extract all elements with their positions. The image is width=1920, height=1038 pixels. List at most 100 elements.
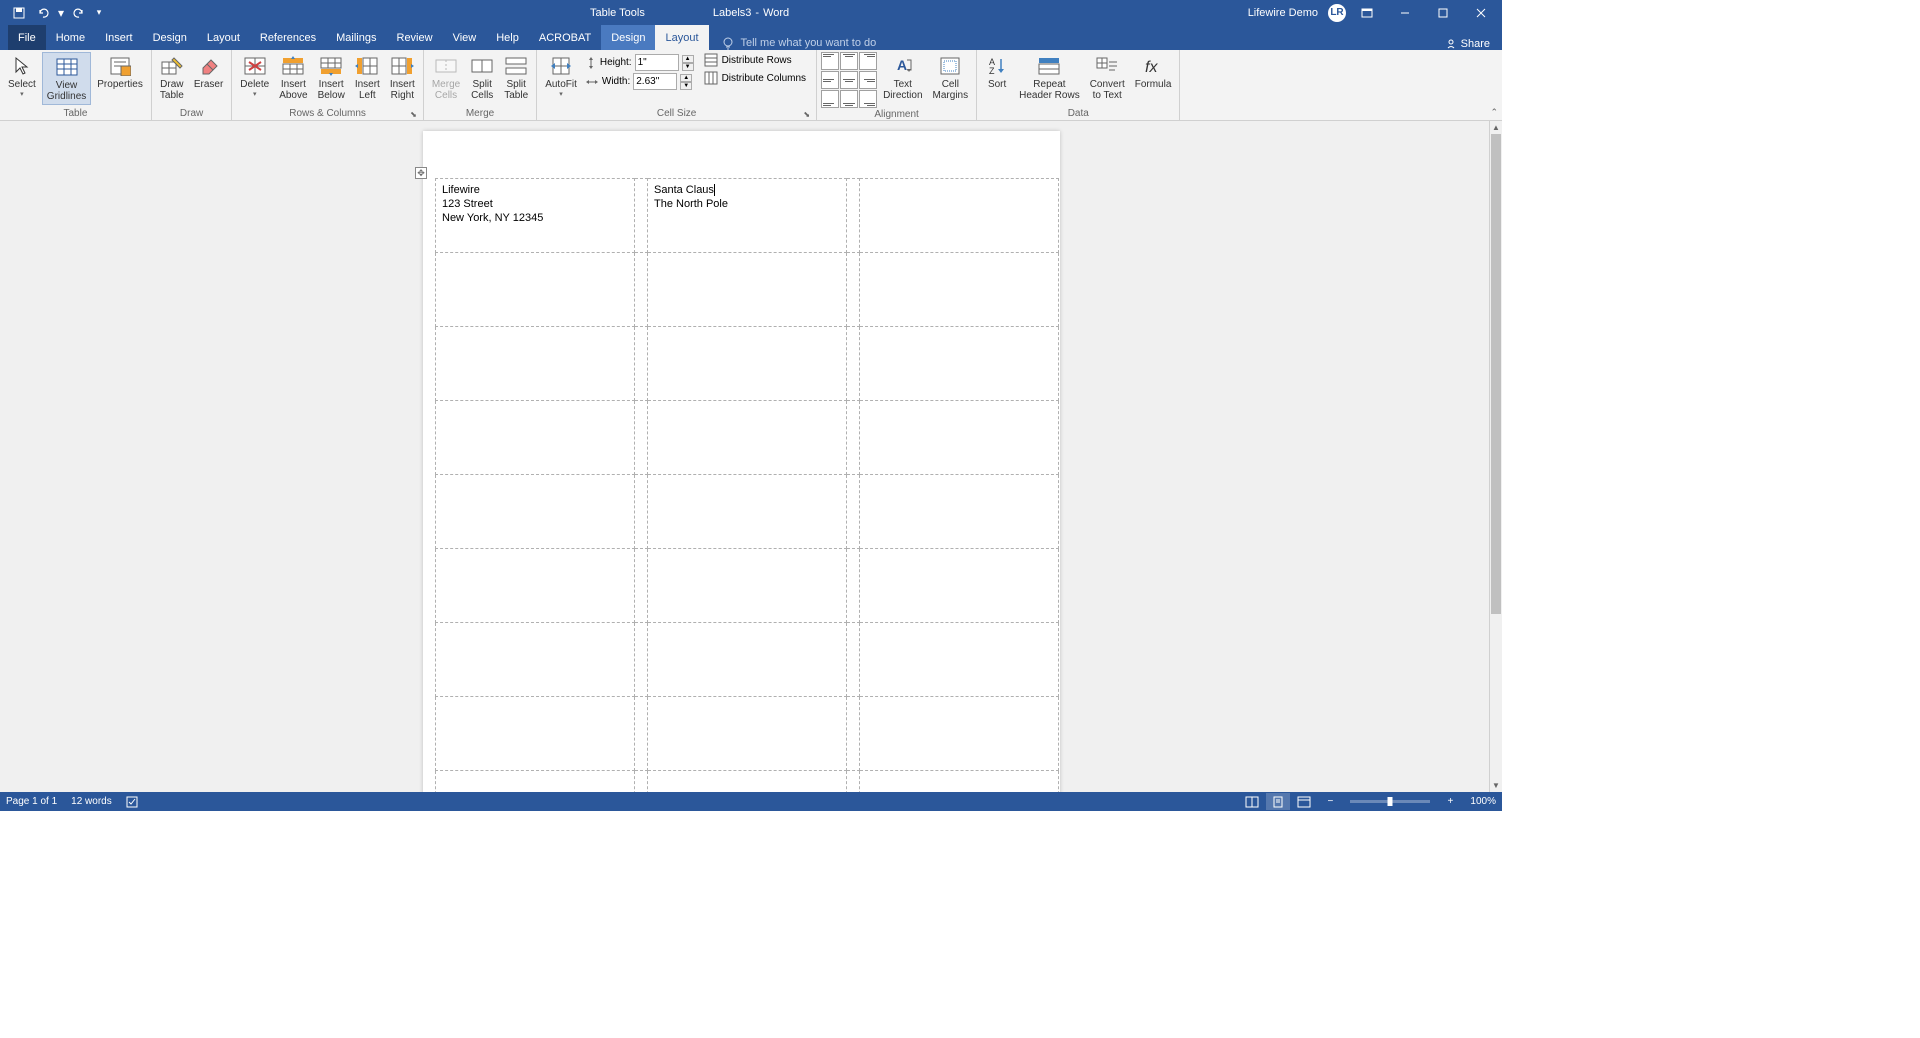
web-layout-button[interactable]: [1292, 793, 1316, 810]
formula-button[interactable]: fx Formula: [1131, 52, 1176, 92]
label-gutter[interactable]: [847, 179, 860, 253]
repeat-header-rows-button[interactable]: Repeat Header Rows: [1015, 52, 1084, 103]
scroll-thumb[interactable]: [1491, 134, 1501, 614]
undo-button[interactable]: [32, 2, 54, 24]
label-table[interactable]: Lifewire 123 Street New York, NY 12345 S…: [435, 178, 1059, 792]
label-cell[interactable]: [648, 549, 847, 623]
rowscols-launcher[interactable]: ⬊: [410, 110, 417, 119]
scroll-track[interactable]: [1490, 134, 1502, 779]
tab-help[interactable]: Help: [486, 25, 529, 50]
zoom-level[interactable]: 100%: [1470, 796, 1496, 807]
label-cell-2[interactable]: Santa Claus The North Pole: [648, 179, 847, 253]
text-direction-button[interactable]: A Text Direction: [879, 52, 926, 103]
tab-insert[interactable]: Insert: [95, 25, 143, 50]
insert-right-button[interactable]: Insert Right: [386, 52, 419, 103]
tab-table-design[interactable]: Design: [601, 25, 655, 50]
user-name[interactable]: Lifewire Demo: [1248, 7, 1318, 19]
align-middle-center[interactable]: [840, 71, 858, 89]
tab-design[interactable]: Design: [143, 25, 197, 50]
label-cell[interactable]: [648, 623, 847, 697]
label-cell[interactable]: [860, 623, 1059, 697]
label-cell[interactable]: [436, 771, 635, 793]
vertical-scrollbar[interactable]: ▲ ▼: [1489, 121, 1502, 792]
document-area[interactable]: ✥ Lifewire 123 Street New York, NY 12345…: [0, 121, 1489, 792]
cell-margins-button[interactable]: Cell Margins: [929, 52, 973, 103]
select-button[interactable]: Select ▾: [4, 52, 40, 100]
label-cell[interactable]: [648, 771, 847, 793]
label-cell[interactable]: [860, 697, 1059, 771]
table-move-handle[interactable]: ✥: [415, 167, 427, 179]
distribute-columns-button[interactable]: Distribute Columns: [700, 70, 810, 86]
width-input[interactable]: [633, 73, 677, 90]
distribute-rows-button[interactable]: Distribute Rows: [700, 52, 810, 68]
label-cell[interactable]: [648, 327, 847, 401]
label-cell[interactable]: [436, 623, 635, 697]
cellsize-launcher[interactable]: ⬊: [803, 110, 810, 119]
height-up[interactable]: ▲: [682, 55, 694, 63]
align-bottom-left[interactable]: [821, 90, 839, 108]
align-top-right[interactable]: [859, 52, 877, 70]
tab-home[interactable]: Home: [46, 25, 95, 50]
tab-review[interactable]: Review: [387, 25, 443, 50]
label-cell[interactable]: [648, 697, 847, 771]
label-cell[interactable]: [860, 771, 1059, 793]
properties-button[interactable]: Properties: [93, 52, 147, 92]
label-cell[interactable]: [436, 475, 635, 549]
tab-table-layout[interactable]: Layout: [655, 25, 708, 50]
label-cell[interactable]: [436, 401, 635, 475]
align-bottom-right[interactable]: [859, 90, 877, 108]
label-cell[interactable]: [860, 401, 1059, 475]
label-cell[interactable]: [436, 253, 635, 327]
align-middle-right[interactable]: [859, 71, 877, 89]
label-cell[interactable]: [648, 253, 847, 327]
insert-above-button[interactable]: Insert Above: [275, 52, 311, 103]
insert-below-button[interactable]: Insert Below: [314, 52, 349, 103]
qat-customize[interactable]: ▾: [92, 2, 106, 24]
width-up[interactable]: ▲: [680, 74, 692, 82]
split-table-button[interactable]: Split Table: [500, 52, 532, 103]
view-gridlines-button[interactable]: View Gridlines: [42, 52, 91, 105]
zoom-handle[interactable]: [1388, 797, 1393, 806]
tab-layout[interactable]: Layout: [197, 25, 250, 50]
tab-acrobat[interactable]: ACROBAT: [529, 25, 601, 50]
read-mode-button[interactable]: [1240, 793, 1264, 810]
share-button[interactable]: Share: [1433, 38, 1502, 50]
minimize-button[interactable]: [1388, 0, 1422, 25]
split-cells-button[interactable]: Split Cells: [466, 52, 498, 103]
label-cell[interactable]: [860, 549, 1059, 623]
label-cell[interactable]: [436, 549, 635, 623]
undo-dropdown[interactable]: ▾: [56, 2, 66, 24]
height-input[interactable]: [635, 54, 679, 71]
label-gutter[interactable]: [635, 179, 648, 253]
close-button[interactable]: [1464, 0, 1498, 25]
ribbon-options-button[interactable]: [1350, 0, 1384, 25]
zoom-slider[interactable]: [1350, 800, 1430, 803]
page[interactable]: ✥ Lifewire 123 Street New York, NY 12345…: [423, 131, 1060, 792]
label-cell-3[interactable]: [860, 179, 1059, 253]
align-bottom-center[interactable]: [840, 90, 858, 108]
height-down[interactable]: ▼: [682, 63, 694, 71]
label-cell[interactable]: [860, 327, 1059, 401]
zoom-in-button[interactable]: +: [1438, 793, 1462, 810]
label-cell[interactable]: [860, 253, 1059, 327]
save-button[interactable]: [8, 2, 30, 24]
eraser-button[interactable]: Eraser: [190, 52, 227, 92]
page-indicator[interactable]: Page 1 of 1: [6, 796, 57, 807]
insert-left-button[interactable]: Insert Left: [351, 52, 384, 103]
maximize-button[interactable]: [1426, 0, 1460, 25]
tab-file[interactable]: File: [8, 25, 46, 50]
label-cell-1[interactable]: Lifewire 123 Street New York, NY 12345: [436, 179, 635, 253]
tell-me-search[interactable]: Tell me what you want to do: [721, 36, 877, 50]
delete-button[interactable]: Delete ▾: [236, 52, 273, 100]
tab-view[interactable]: View: [443, 25, 487, 50]
tab-mailings[interactable]: Mailings: [326, 25, 386, 50]
redo-button[interactable]: [68, 2, 90, 24]
align-top-center[interactable]: [840, 52, 858, 70]
spellcheck-icon[interactable]: [126, 796, 140, 808]
convert-to-text-button[interactable]: Convert to Text: [1086, 52, 1129, 103]
user-avatar[interactable]: LR: [1328, 4, 1346, 22]
label-cell[interactable]: [648, 475, 847, 549]
label-cell[interactable]: [436, 327, 635, 401]
label-cell[interactable]: [436, 697, 635, 771]
word-count[interactable]: 12 words: [71, 796, 112, 807]
